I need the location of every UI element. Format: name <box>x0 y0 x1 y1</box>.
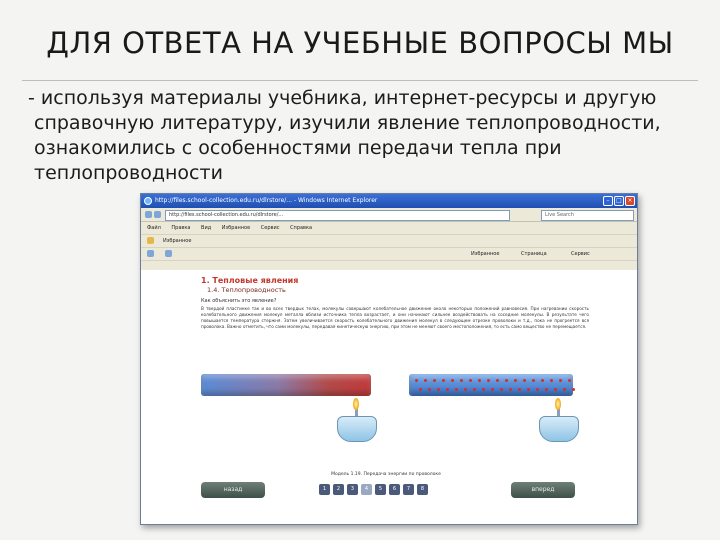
molecule-dot <box>433 379 436 382</box>
favorites-bar: Избранное <box>141 235 637 248</box>
lesson-header: 1. Тепловые явления <box>201 276 299 285</box>
spirit-lamp-right <box>539 416 579 442</box>
heated-rod-right <box>409 374 575 396</box>
menu-item[interactable]: Избранное <box>222 225 250 231</box>
slide-title: ДЛЯ ОТВЕТА НА УЧЕБНЫЕ ВОПРОСЫ МЫ <box>46 26 674 60</box>
command-bar: Избранное Страница Сервис <box>141 248 637 261</box>
page-button[interactable]: 3 <box>347 484 358 495</box>
molecule-dot <box>550 379 553 382</box>
molecule-dot <box>559 379 562 382</box>
star-icon[interactable] <box>147 237 154 244</box>
molecule-dot <box>482 388 485 391</box>
toolbar-item[interactable]: Страница <box>521 248 547 260</box>
molecule-dot <box>532 379 535 382</box>
page-button[interactable]: 1 <box>319 484 330 495</box>
address-input[interactable]: http://files.school-collection.edu.ru/dl… <box>165 210 510 221</box>
flame-icon <box>555 398 561 410</box>
molecule-dot <box>545 388 548 391</box>
menu-item[interactable]: Правка <box>171 225 190 231</box>
body-line: теплопроводности <box>34 162 223 184</box>
molecule-dot <box>554 388 557 391</box>
molecule-dot <box>541 379 544 382</box>
page-button[interactable]: 7 <box>403 484 414 495</box>
molecule-dot <box>523 379 526 382</box>
molecule-dot <box>428 388 431 391</box>
molecule-dot <box>455 388 458 391</box>
molecule-dot <box>509 388 512 391</box>
page-button[interactable]: 8 <box>417 484 428 495</box>
body-line: справочную литературу, изучили явление т… <box>34 112 661 134</box>
minimize-icon[interactable]: – <box>603 196 613 206</box>
menu-item[interactable]: Сервис <box>261 225 280 231</box>
page-button[interactable]: 6 <box>389 484 400 495</box>
molecule-dot <box>572 388 575 391</box>
lesson-paragraph: В твердой пластинке так и во всех тверды… <box>201 306 589 329</box>
menu-item[interactable]: Файл <box>147 225 161 231</box>
menu-bar: Файл Правка Вид Избранное Сервис Справка <box>141 222 637 235</box>
molecule-dot <box>469 379 472 382</box>
forward-icon[interactable] <box>154 211 161 218</box>
molecule-dot <box>424 379 427 382</box>
browser-titlebar: http://files.school-collection.edu.ru/dl… <box>141 194 637 208</box>
molecule-dot <box>478 379 481 382</box>
lesson-question: Как объяснить это явление? <box>201 298 277 304</box>
molecule-dot <box>505 379 508 382</box>
menu-item[interactable]: Справка <box>290 225 312 231</box>
title-divider <box>22 80 698 81</box>
molecule-dot <box>442 379 445 382</box>
molecule-dot <box>437 388 440 391</box>
ie-logo-icon <box>144 197 152 205</box>
molecule-dot <box>460 379 463 382</box>
molecule-dot <box>568 379 571 382</box>
prev-button[interactable]: назад <box>201 482 265 498</box>
molecule-dot <box>487 379 490 382</box>
back-icon[interactable] <box>145 211 152 218</box>
molecule-dot <box>491 388 494 391</box>
favorites-label[interactable]: Избранное <box>163 238 191 244</box>
model-caption: Модель 1.19. Передача энергии по проволо… <box>331 472 441 477</box>
molecule-dot <box>451 379 454 382</box>
page-content: 1. Тепловые явления 1.4. Теплопроводност… <box>141 270 637 524</box>
molecule-dot <box>446 388 449 391</box>
browser-screenshot: http://files.school-collection.edu.ru/dl… <box>140 193 638 525</box>
maximize-icon[interactable]: □ <box>614 196 624 206</box>
window-title: http://files.school-collection.edu.ru/dl… <box>155 197 378 204</box>
address-bar: http://files.school-collection.edu.ru/dl… <box>141 208 637 222</box>
toolbar-item[interactable]: Избранное <box>471 248 499 260</box>
page-button[interactable]: 5 <box>375 484 386 495</box>
body-line: ознакомились с особенностями передачи те… <box>34 137 562 159</box>
page-button[interactable]: 4 <box>361 484 372 495</box>
molecule-dot <box>563 388 566 391</box>
menu-item[interactable]: Вид <box>201 225 211 231</box>
lesson-subheader: 1.4. Теплопроводность <box>207 286 286 294</box>
molecule-dot <box>415 379 418 382</box>
print-icon[interactable] <box>164 250 172 257</box>
molecule-dot <box>514 379 517 382</box>
molecule-dot <box>473 388 476 391</box>
toolbar-item[interactable]: Сервис <box>571 248 590 260</box>
search-input[interactable]: Live Search <box>541 210 634 221</box>
molecule-dot <box>464 388 467 391</box>
close-icon[interactable]: × <box>625 196 635 206</box>
molecule-dot <box>536 388 539 391</box>
next-button[interactable]: вперед <box>511 482 575 498</box>
body-line: - используя материалы учебника, интернет… <box>28 87 657 109</box>
molecule-dot <box>500 388 503 391</box>
flame-icon <box>353 398 359 410</box>
molecule-dot <box>419 388 422 391</box>
spirit-lamp-left <box>337 416 377 442</box>
heated-rod-left <box>201 374 371 396</box>
molecule-dot <box>496 379 499 382</box>
home-icon[interactable] <box>147 250 154 257</box>
molecule-dot <box>518 388 521 391</box>
slide-body: - используя материалы учебника, интернет… <box>28 86 688 186</box>
molecule-dot <box>527 388 530 391</box>
page-button[interactable]: 2 <box>333 484 344 495</box>
